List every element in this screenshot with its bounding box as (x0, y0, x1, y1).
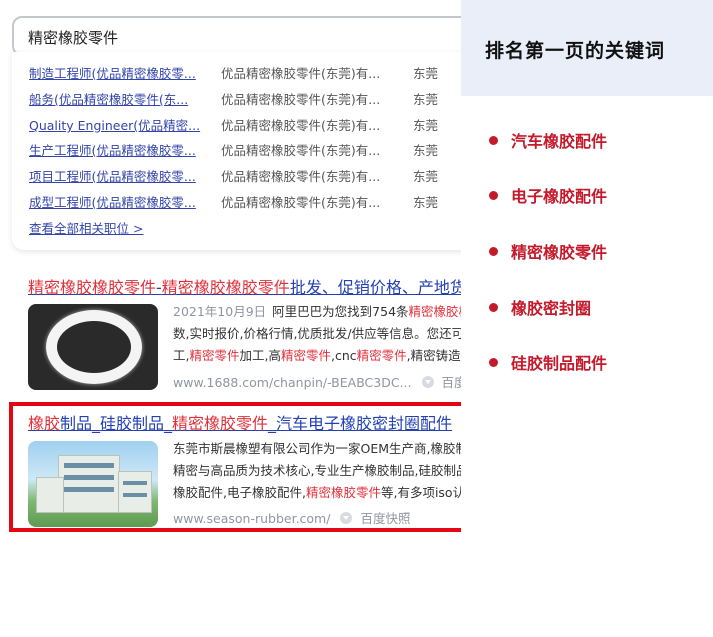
text-segment: _汽车电子橡胶密封圈配件 (268, 414, 453, 433)
result-title-link[interactable]: 精密橡胶橡胶零件-精密橡胶橡胶零件批发、促销价格、产地货源 (28, 274, 461, 298)
keyword-panel-title: 排名第一页的关键词 (485, 40, 666, 62)
result-meta: www.season-rubber.com/百度快照 (173, 508, 410, 527)
keyword-item: 汽车橡胶配件 (489, 128, 607, 152)
keyword-panel-header: 排名第一页的关键词 (461, 0, 713, 96)
text-segment: 精密与高品质为技术核心,专业生产橡胶制品,硅胶制品 (173, 463, 461, 478)
highlighted-keyword: 精密橡胶橡胶零件 (408, 304, 461, 319)
snippet-line: 东莞市斯晨橡塑有限公司作为一家OEM生产商,橡胶制品 (173, 438, 461, 460)
text-segment: 橡胶配件,电子橡胶配件, (173, 485, 306, 500)
search-input[interactable]: 精密橡胶零件 (12, 16, 461, 56)
snippet-line: 数,实时报价,价格行情,优质批发/供应等信息。您还可以找 (173, 323, 461, 345)
job-company: 优品精密橡胶零件(东莞)有... (221, 195, 381, 210)
view-all-jobs-link[interactable]: 查看全部相关职位 > (29, 218, 143, 237)
job-title-link[interactable]: 生产工程师(优品精密橡胶零... (29, 140, 209, 159)
snippet-line: 2021年10月9日阿里巴巴为您找到754条精密橡胶橡胶零件产品的详细参 (173, 301, 461, 323)
highlighted-keyword: 精密零件 (189, 348, 240, 363)
job-title-link[interactable]: 成型工程师(优品精密橡胶零... (29, 192, 209, 211)
text-segment: 工, (173, 348, 190, 363)
result-snippet: 2021年10月9日阿里巴巴为您找到754条精密橡胶橡胶零件产品的详细参 数,实… (173, 301, 461, 367)
keyword-label: 橡胶密封圈 (511, 299, 592, 318)
result-url[interactable]: www.season-rubber.com/ (173, 511, 330, 526)
result-thumbnail[interactable] (28, 441, 158, 527)
job-company: 优品精密橡胶零件(东莞)有... (221, 143, 381, 158)
dot-icon (489, 136, 498, 145)
keyword-label: 硅胶制品配件 (511, 354, 608, 373)
dot-icon (489, 247, 498, 256)
text-segment: 等,有多项iso认证 (380, 485, 461, 500)
job-city: 东莞 (413, 118, 439, 133)
keyword-item: 硅胶制品配件 (489, 350, 607, 374)
result-thumbnail[interactable] (28, 304, 158, 390)
highlighted-keyword: 精密零件 (356, 348, 407, 363)
text-segment: 数,实时报价,价格行情,优质批发/供应等信息。您还可以找 (173, 326, 461, 341)
text-segment: 加工,高 (239, 348, 281, 363)
job-city: 东莞 (413, 92, 439, 107)
highlighted-keyword: 精密零件 (280, 348, 331, 363)
dot-icon (489, 303, 498, 312)
job-title-link[interactable]: Quality Engineer(优品精密... (29, 115, 209, 134)
keyword-item: 精密橡胶零件 (489, 239, 607, 263)
highlighted-keyword: 精密橡胶橡胶零件 (28, 278, 157, 297)
job-city: 东莞 (413, 143, 439, 158)
text-segment: ,cnc (331, 348, 357, 363)
keyword-item: 电子橡胶配件 (489, 183, 607, 207)
text-segment: 东莞市斯晨橡塑有限公司作为一家OEM生产商,橡胶制品 (173, 441, 461, 456)
job-company: 优品精密橡胶零件(东莞)有... (221, 118, 381, 133)
job-company: 优品精密橡胶零件(东莞)有... (221, 169, 381, 184)
job-company: 优品精密橡胶零件(东莞)有... (221, 92, 381, 107)
baidu-cache-icon[interactable] (421, 376, 434, 388)
keyword-label: 汽车橡胶配件 (511, 132, 608, 151)
snippet-line: 橡胶配件,电子橡胶配件,精密橡胶零件等,有多项iso认证 (173, 482, 461, 504)
job-city: 东莞 (413, 169, 439, 184)
text-segment: 阿里巴巴为您找到754条 (272, 304, 409, 319)
result-snippet: 东莞市斯晨橡塑有限公司作为一家OEM生产商,橡胶制品 精密与高品质为技术核心,专… (173, 438, 461, 504)
text-segment: ,精密铸造等 (406, 348, 461, 363)
snippet-line: 精密与高品质为技术核心,专业生产橡胶制品,硅胶制品 (173, 460, 461, 482)
job-title-link[interactable]: 项目工程师(优品精密橡胶零... (29, 166, 209, 185)
related-jobs-card: 制造工程师(优品精密橡胶零... 优品精密橡胶零件(东莞)有... 东莞 船务(… (12, 52, 461, 250)
cache-link[interactable]: 百度快照 (442, 375, 461, 390)
baidu-cache-icon[interactable] (340, 512, 353, 524)
search-query[interactable]: 精密橡胶零件 (28, 27, 118, 48)
search-result: 橡胶制品_硅胶制品_精密橡胶零件_汽车电子橡胶密封圈配件 东莞市斯晨橡塑有限公司… (28, 410, 461, 527)
keyword-item: 橡胶密封圈 (489, 295, 591, 319)
result-meta: www.1688.com/chanpin/-BEABC3DC... 百度快照 (173, 372, 461, 391)
keyword-label: 电子橡胶配件 (511, 187, 608, 206)
snippet-line: 工,精密零件加工,高精密零件,cnc精密零件,精密铸造等 (173, 345, 461, 367)
dot-icon (489, 191, 498, 200)
keyword-label: 精密橡胶零件 (511, 243, 608, 262)
job-title-link[interactable]: 船务(优品精密橡胶零件(东... (29, 89, 209, 108)
text-segment: 批发、促销价格、产地货源 (289, 278, 461, 297)
dot-icon (489, 358, 498, 367)
job-city: 东莞 (413, 195, 439, 210)
text-segment: 制品_硅胶制品_ (60, 414, 173, 433)
highlighted-keyword: 精密橡胶橡胶零件 (161, 278, 290, 297)
search-result: 精密橡胶橡胶零件-精密橡胶橡胶零件批发、促销价格、产地货源 2021年10月9日… (28, 274, 461, 390)
cache-link[interactable]: 百度快照 (360, 511, 410, 526)
highlighted-keyword: 精密橡胶零件 (305, 485, 381, 500)
result-url[interactable]: www.1688.com/chanpin/-BEABC3DC... (173, 375, 412, 390)
result-date: 2021年10月9日 (173, 304, 267, 319)
highlighted-keyword: 橡胶 (28, 414, 61, 433)
rubber-ring-image (46, 310, 142, 384)
search-results-pane: 精密橡胶零件 制造工程师(优品精密橡胶零... 优品精密橡胶零件(东莞)有...… (0, 0, 461, 637)
result-title-link[interactable]: 橡胶制品_硅胶制品_精密橡胶零件_汽车电子橡胶密封圈配件 (28, 410, 461, 434)
keyword-panel: 排名第一页的关键词 汽车橡胶配件 电子橡胶配件 精密橡胶零件 橡胶密封圈 硅胶制… (461, 0, 713, 637)
highlighted-keyword: 精密橡胶零件 (172, 414, 269, 433)
